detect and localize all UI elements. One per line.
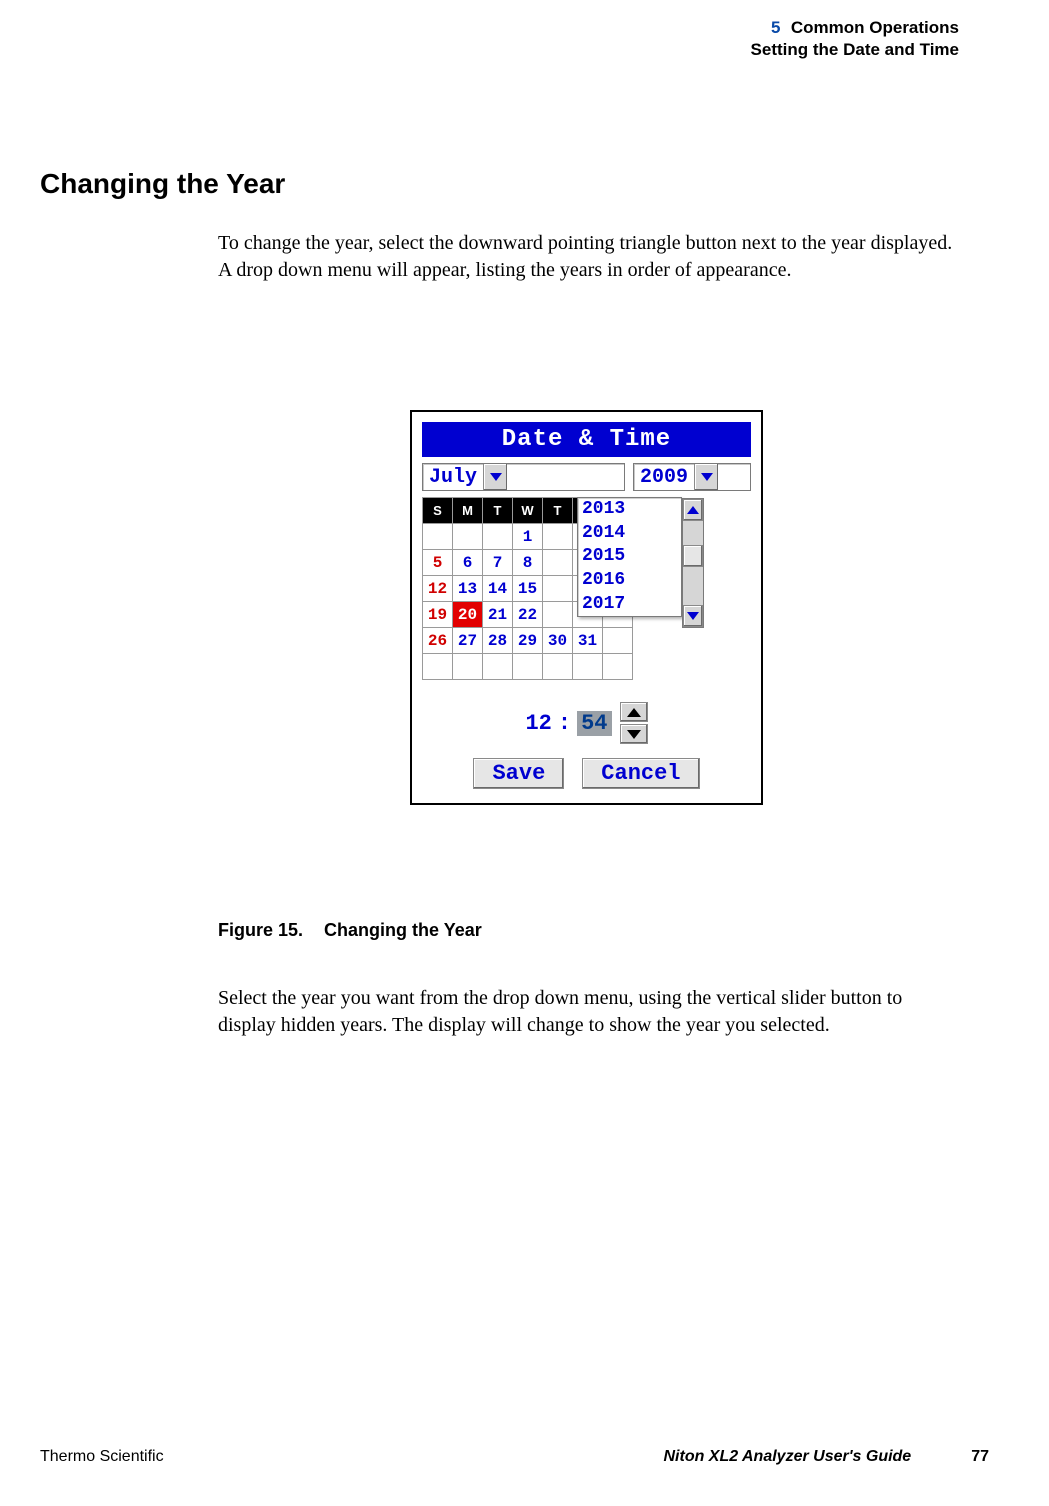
calendar-cell-selected[interactable]: 20 [453, 602, 483, 628]
figure-caption: Figure 15. Changing the Year [218, 920, 482, 941]
calendar-cell[interactable]: 7 [483, 550, 513, 576]
scroll-up-button[interactable] [683, 499, 703, 521]
footer-page-number: 77 [971, 1448, 989, 1466]
page-footer: Thermo Scientific Niton XL2 Analyzer Use… [40, 1448, 989, 1466]
cancel-button[interactable]: Cancel [582, 758, 699, 789]
chevron-down-icon [627, 730, 641, 739]
time-minute-selected[interactable]: 54 [577, 711, 611, 736]
year-dropdown-scrollbar[interactable] [682, 498, 704, 628]
time-hour[interactable]: 12 [525, 711, 551, 736]
weekday-header: W [513, 498, 543, 524]
figure-number: Figure 15. [218, 920, 303, 940]
month-dropdown[interactable]: July [422, 463, 625, 491]
month-value: July [423, 464, 483, 490]
calendar-cell[interactable] [423, 524, 453, 550]
triangle-up-icon [687, 506, 699, 514]
calendar-cell[interactable]: 2 [543, 524, 573, 550]
weekday-header: S [423, 498, 453, 524]
calendar-cell[interactable]: 27 [453, 628, 483, 654]
calendar-cell[interactable] [543, 654, 573, 680]
page-header: 5 Common Operations Setting the Date and… [751, 18, 959, 60]
calendar-cell[interactable]: 21 [483, 602, 513, 628]
calendar-cell[interactable] [513, 654, 543, 680]
calendar-cell[interactable]: 5 [423, 550, 453, 576]
calendar-cell[interactable] [483, 654, 513, 680]
calendar-cell[interactable]: 15 [513, 576, 543, 602]
weekday-header: M [453, 498, 483, 524]
device-screen: Date & Time July 2009 S M T W T F S [410, 410, 763, 805]
window-title: Date & Time [422, 422, 751, 457]
calendar-cell[interactable]: 1 [513, 524, 543, 550]
chevron-up-icon [627, 708, 641, 717]
footer-brand: Thermo Scientific [40, 1448, 164, 1466]
calendar-cell[interactable]: 22 [513, 602, 543, 628]
time-spinner [620, 702, 648, 744]
calendar-cell[interactable]: 14 [483, 576, 513, 602]
intro-paragraph: To change the year, select the downward … [218, 230, 959, 284]
chevron-down-icon[interactable] [483, 464, 507, 490]
triangle-down-icon [687, 612, 699, 620]
calendar-cell[interactable]: 16 [543, 576, 573, 602]
weekday-header: T [483, 498, 513, 524]
calendar-cell[interactable]: 29 [513, 628, 543, 654]
chapter-number: 5 [771, 18, 780, 38]
calendar-cell[interactable]: 26 [423, 628, 453, 654]
calendar-cell[interactable]: 23 [543, 602, 573, 628]
scroll-down-button[interactable] [683, 605, 703, 627]
year-option[interactable]: 2013 [578, 498, 681, 522]
calendar-cell[interactable]: 9 [543, 550, 573, 576]
calendar-cell[interactable] [453, 654, 483, 680]
calendar-cell[interactable]: 19 [423, 602, 453, 628]
footer-guide-title: Niton XL2 Analyzer User's Guide [663, 1448, 911, 1466]
time-row: 12 : 54 [422, 702, 751, 744]
calendar-cell[interactable]: 28 [483, 628, 513, 654]
time-increment-button[interactable] [620, 702, 648, 722]
followup-paragraph: Select the year you want from the drop d… [218, 985, 959, 1039]
chevron-down-icon[interactable] [694, 464, 718, 490]
calendar-cell[interactable]: 6 [453, 550, 483, 576]
calendar-cell[interactable] [603, 654, 633, 680]
calendar-cell[interactable]: 12 [423, 576, 453, 602]
calendar-cell[interactable]: 8 [513, 550, 543, 576]
year-option[interactable]: 2015 [578, 545, 681, 569]
calendar-cell[interactable] [483, 524, 513, 550]
time-decrement-button[interactable] [620, 724, 648, 744]
year-option[interactable]: 2017 [578, 593, 681, 617]
calendar-cell[interactable] [573, 654, 603, 680]
header-section-title: Setting the Date and Time [751, 40, 959, 60]
save-button[interactable]: Save [473, 758, 564, 789]
figure-title: Changing the Year [324, 920, 482, 940]
year-dropdown-list[interactable]: 2013 2014 2015 2016 2017 [577, 497, 682, 617]
year-option[interactable]: 2014 [578, 522, 681, 546]
section-heading: Changing the Year [40, 168, 285, 200]
calendar-cell[interactable]: 30 [543, 628, 573, 654]
calendar-cell[interactable]: 13 [453, 576, 483, 602]
scrollbar-thumb[interactable] [683, 545, 703, 567]
calendar-cell[interactable] [603, 628, 633, 654]
year-dropdown[interactable]: 2009 [633, 463, 751, 491]
time-colon: : [558, 711, 571, 736]
weekday-header: T [543, 498, 573, 524]
year-value: 2009 [634, 464, 694, 490]
chapter-title: Common Operations [791, 18, 959, 37]
calendar-cell[interactable] [453, 524, 483, 550]
calendar-cell[interactable]: 31 [573, 628, 603, 654]
calendar-cell[interactable] [423, 654, 453, 680]
year-option[interactable]: 2016 [578, 569, 681, 593]
